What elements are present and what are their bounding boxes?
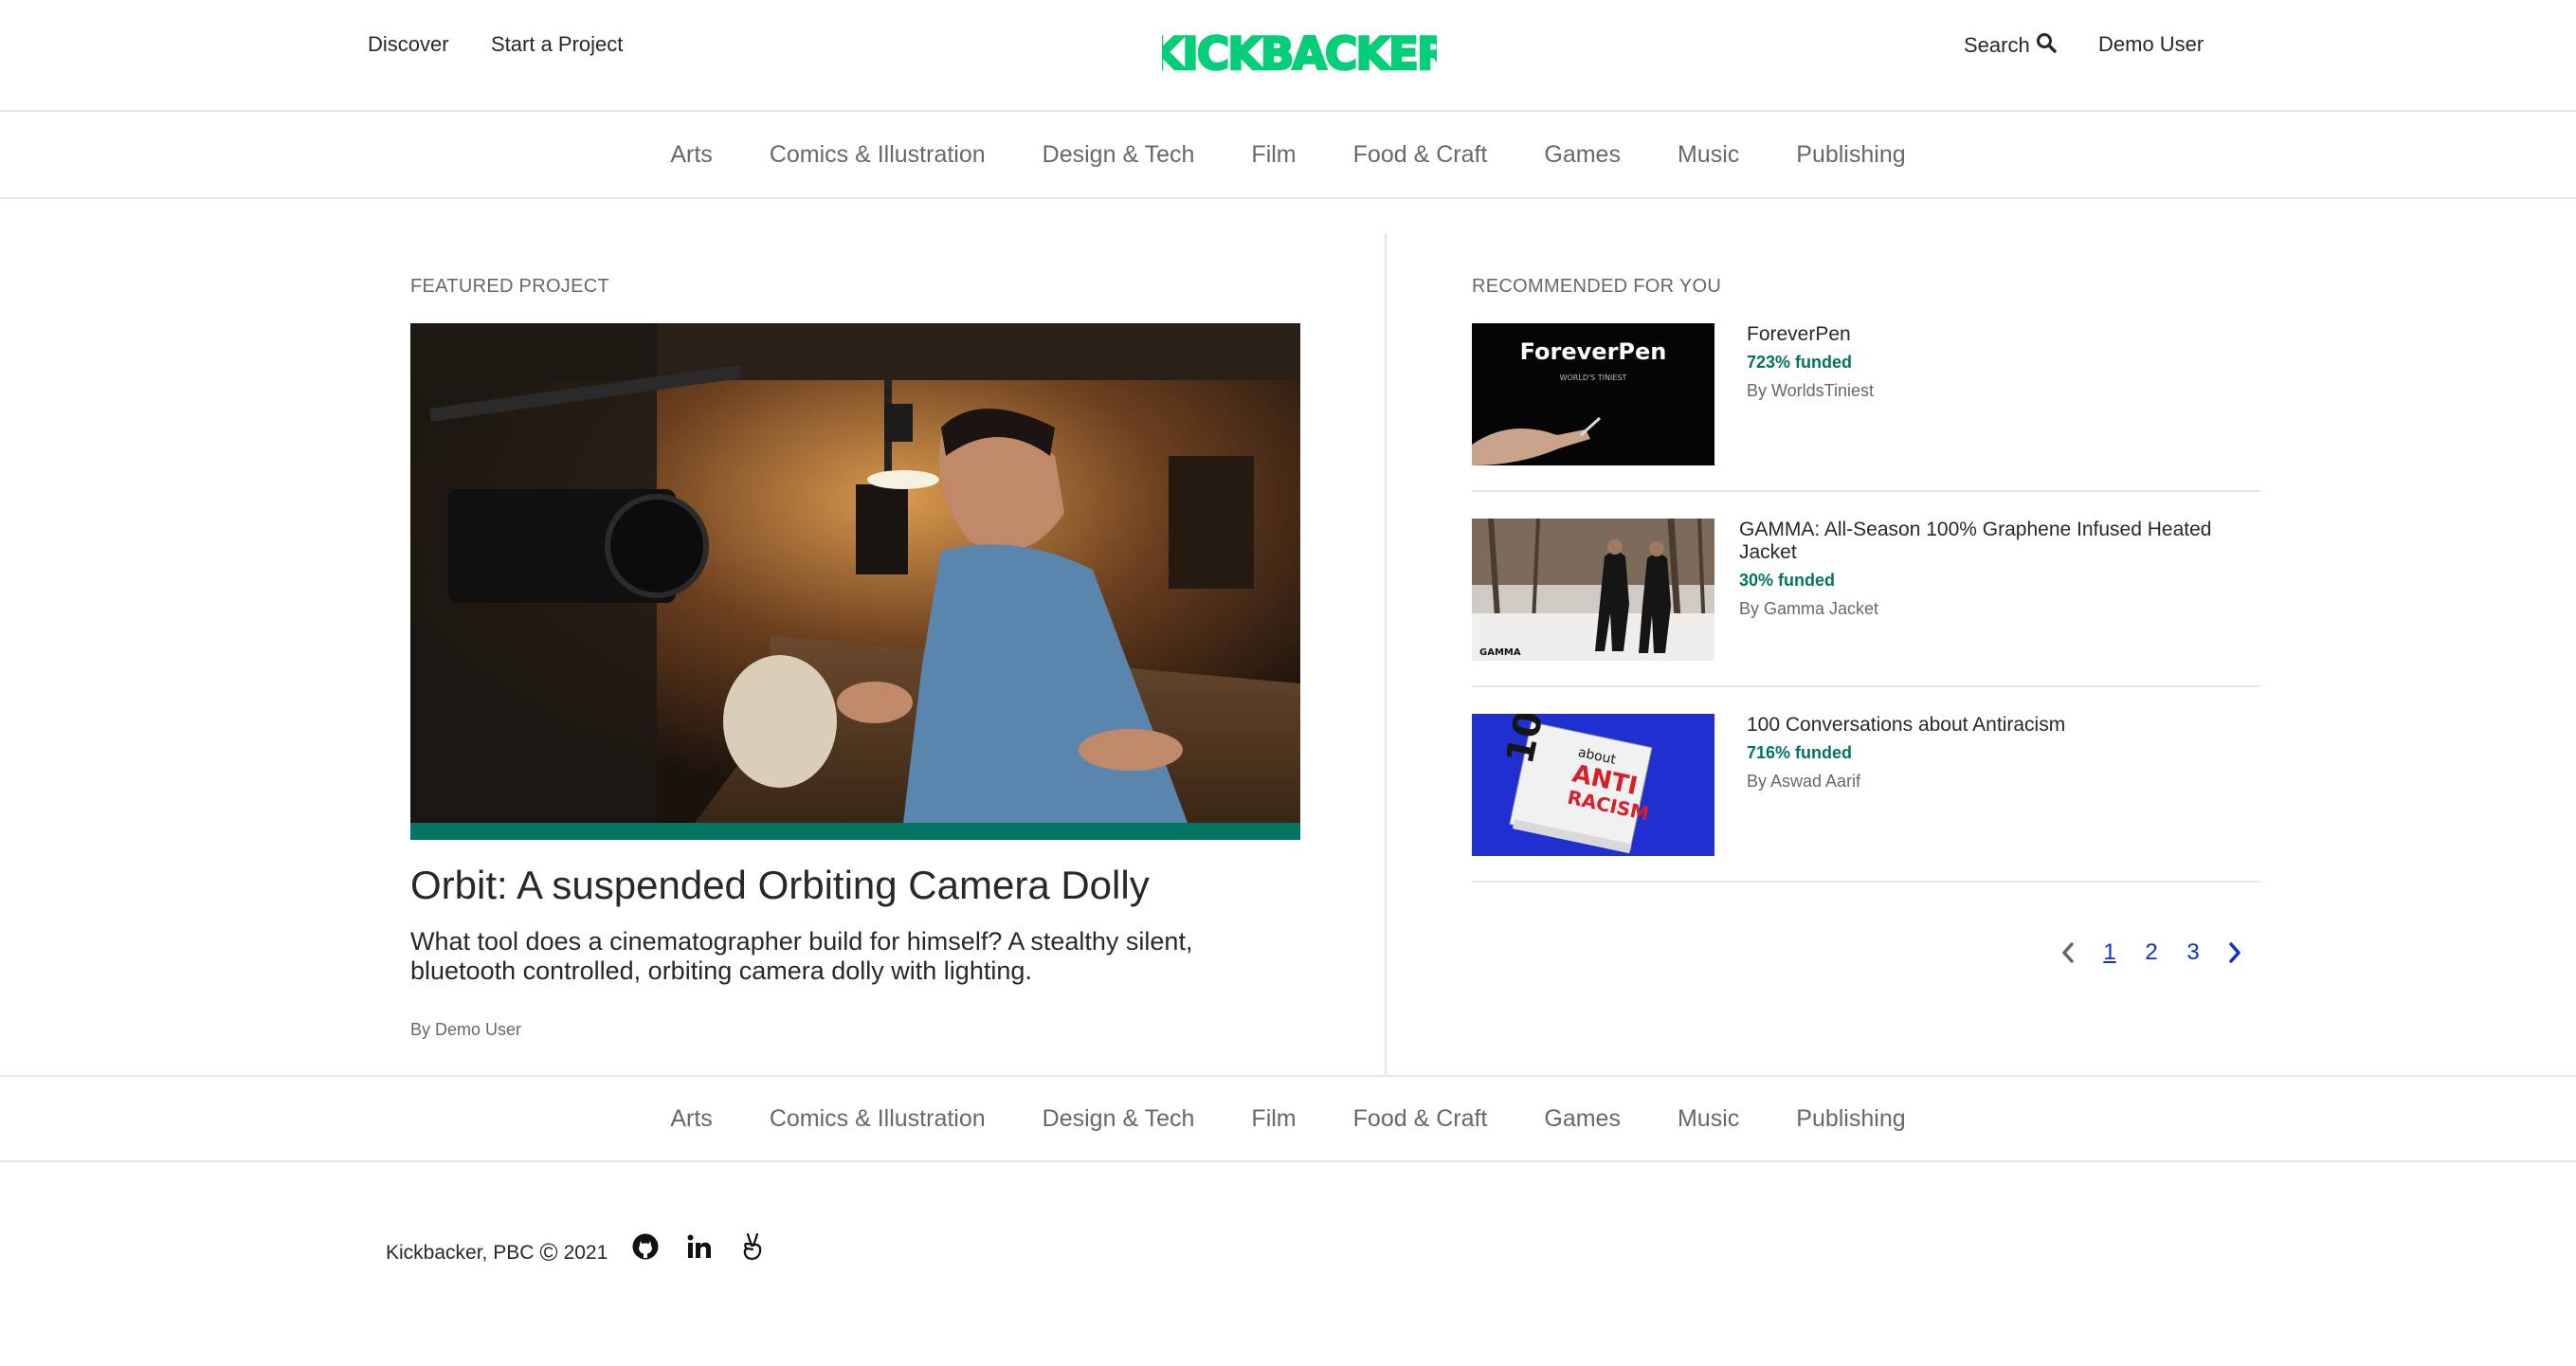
chevron-right-icon <box>2229 942 2240 963</box>
prev-page-button[interactable] <box>2047 938 2089 967</box>
recommended-item: ForeverPen WORLD'S TINIEST ForeverPen 72… <box>1472 323 2260 492</box>
featured-project-creator[interactable]: By Demo User <box>410 1020 521 1040</box>
category-comics-illustration[interactable]: Comics & Illustration <box>770 141 986 169</box>
category-publishing[interactable]: Publishing <box>1796 141 1905 169</box>
thumb-brand-text: GAMMA <box>1479 647 1521 658</box>
search-button[interactable]: Search <box>1964 32 2057 59</box>
start-project-link[interactable]: Start a Project <box>491 32 623 57</box>
next-page-button[interactable] <box>2214 938 2256 967</box>
user-menu[interactable]: Demo User <box>2098 32 2204 57</box>
pagination: 1 2 3 <box>2047 938 2256 967</box>
category-publishing[interactable]: Publishing <box>1796 1105 1905 1133</box>
category-film[interactable]: Film <box>1251 141 1296 169</box>
category-games[interactable]: Games <box>1544 141 1621 169</box>
featured-project-title[interactable]: Orbit: A suspended Orbiting Camera Dolly <box>410 863 1150 908</box>
category-nav-bottom: Arts Comics & Illustration Design & Tech… <box>0 1075 2576 1162</box>
thumb-brand-text: ForeverPen <box>1520 338 1667 365</box>
category-arts[interactable]: Arts <box>670 1105 712 1133</box>
recommended-thumbnail[interactable]: 100 about ANTI RACISM <box>1472 714 1714 856</box>
page-1-link[interactable]: 1 <box>2089 939 2131 966</box>
category-film[interactable]: Film <box>1251 1105 1296 1133</box>
category-music[interactable]: Music <box>1678 141 1739 169</box>
category-comics-illustration[interactable]: Comics & Illustration <box>770 1105 986 1133</box>
logo-wordmark: KICKBACKER <box>1162 28 1437 76</box>
category-arts[interactable]: Arts <box>670 141 712 169</box>
featured-project-image[interactable] <box>410 323 1300 823</box>
recommended-creator[interactable]: By Gamma Jacket <box>1739 599 1878 619</box>
recommended-funded: 723% funded <box>1747 353 1853 372</box>
angellist-icon[interactable] <box>736 1230 769 1263</box>
category-food-craft[interactable]: Food & Craft <box>1353 141 1488 169</box>
linkedin-icon[interactable] <box>683 1230 716 1263</box>
recommended-creator[interactable]: By Aswad Aarif <box>1747 772 1860 792</box>
discover-link[interactable]: Discover <box>368 32 449 57</box>
page-2-link[interactable]: 2 <box>2131 939 2172 966</box>
search-icon <box>2036 32 2057 59</box>
category-design-tech[interactable]: Design & Tech <box>1043 1105 1195 1133</box>
chevron-left-icon <box>2062 942 2074 963</box>
github-icon[interactable] <box>629 1230 662 1263</box>
recommended-creator[interactable]: By WorldsTiniest <box>1747 381 1874 401</box>
recommended-item: GAMMA GAMMA: All-Season 100% Graphene In… <box>1472 519 2260 687</box>
recommended-section-label: RECOMMENDED FOR YOU <box>1472 276 1722 297</box>
category-nav-top: Arts Comics & Illustration Design & Tech… <box>0 112 2576 199</box>
footer-company: Kickbacker, PBC <box>386 1241 535 1264</box>
category-design-tech[interactable]: Design & Tech <box>1043 141 1195 169</box>
featured-project-blurb: What tool does a cinematographer build f… <box>410 927 1193 985</box>
copyright-icon: © <box>539 1238 558 1266</box>
recommended-funded: 716% funded <box>1747 743 1853 762</box>
kickbacker-logo[interactable]: KICKBACKER <box>1162 27 1437 76</box>
page-3-link[interactable]: 3 <box>2172 939 2214 966</box>
thumb-sub-text: WORLD'S TINIEST <box>1560 373 1627 382</box>
category-food-craft[interactable]: Food & Craft <box>1353 1105 1488 1133</box>
featured-progress-bar <box>410 823 1300 840</box>
category-music[interactable]: Music <box>1678 1105 1739 1133</box>
recommended-title[interactable]: GAMMA: All-Season 100% Graphene Infused … <box>1739 519 2260 564</box>
recommended-thumbnail[interactable]: GAMMA <box>1472 519 1714 661</box>
recommended-item: 100 about ANTI RACISM 100 Conversations … <box>1472 714 2260 883</box>
recommended-funded: 30% funded <box>1739 571 1836 590</box>
search-label: Search <box>1964 33 2030 57</box>
site-header: Discover Start a Project KICKBACKER Sear… <box>0 0 2576 112</box>
footer-copyright: Kickbacker, PBC © 2021 <box>386 1238 608 1267</box>
recommended-title[interactable]: 100 Conversations about Antiracism <box>1747 714 2065 737</box>
footer-year: 2021 <box>563 1241 608 1264</box>
category-games[interactable]: Games <box>1544 1105 1621 1133</box>
column-divider <box>1385 233 1387 1075</box>
featured-section-label: FEATURED PROJECT <box>410 276 609 297</box>
recommended-title[interactable]: ForeverPen <box>1747 323 1851 346</box>
recommended-thumbnail[interactable]: ForeverPen WORLD'S TINIEST <box>1472 323 1714 465</box>
